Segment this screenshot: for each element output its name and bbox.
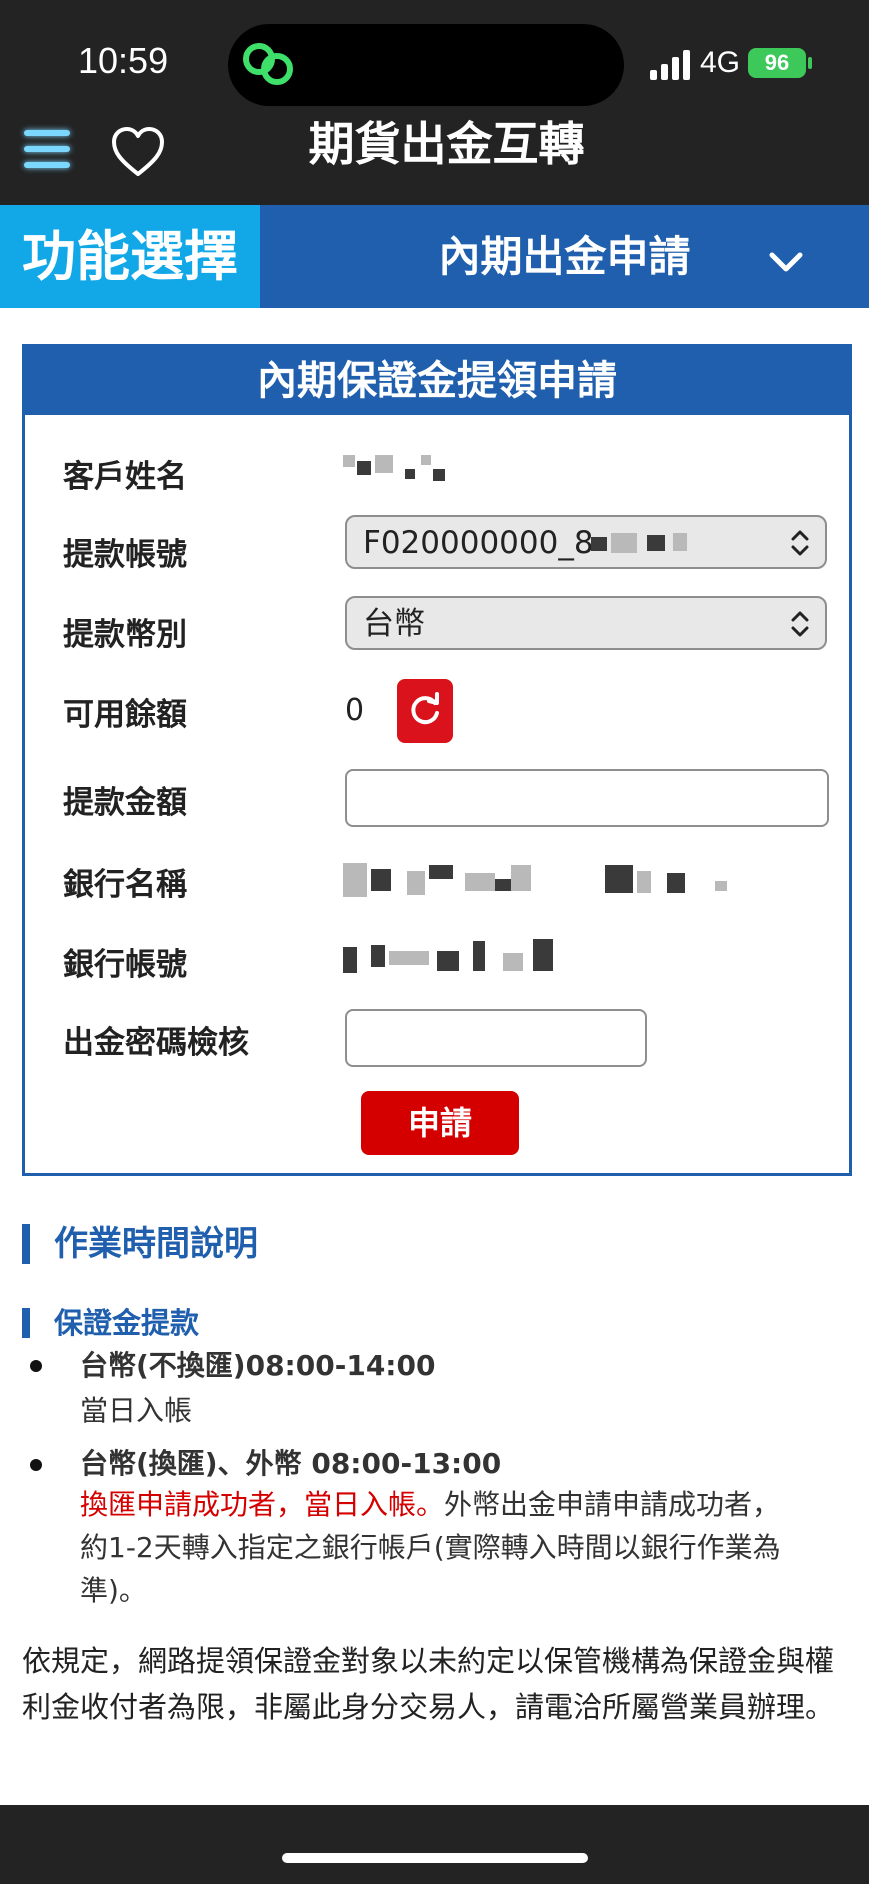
link-icon [243,43,293,85]
refresh-button[interactable] [397,679,453,743]
battery-tip [808,57,812,69]
function-bar: 功能選擇 內期出金申請 [0,205,869,308]
withdrawal-form: 內期保證金提領申請 客戶姓名 提款帳號 F020000000_8 提款幣別 台幣… [22,344,852,1176]
account-label: 提款帳號 [63,537,187,573]
chevron-down-icon [769,252,803,272]
item2-red-note: 換匯申請成功者，當日入帳。 [80,1488,445,1521]
bullet-dot [30,1360,42,1372]
status-time: 10:59 [78,40,169,81]
page-title-text: 期貨出金互轉 [308,117,585,171]
item1-title: 台幣(不換匯)08:00-14:00 [80,1349,436,1382]
apply-button[interactable]: 申請 [361,1091,519,1155]
network-label: 4G [700,46,741,79]
bank-account-label: 銀行帳號 [63,947,187,983]
battery-icon: 96 [748,48,806,78]
password-label: 出金密碼檢核 [63,1025,249,1061]
currency-select[interactable]: 台幣 [345,596,827,650]
available-label: 可用餘額 [63,697,187,733]
currency-label: 提款幣別 [63,617,187,653]
account-value: F020000000_8 [363,525,594,561]
refresh-icon [411,692,439,725]
item1-note: 當日入帳 [80,1394,193,1427]
item2-note-text: 外幣出金申請申請成功者， [444,1488,781,1521]
function-select[interactable]: 內期出金申請 [260,205,869,308]
select-arrows-icon [791,611,809,637]
home-indicator[interactable] [282,1853,588,1863]
item2-note-line3: 準)。 [80,1574,147,1607]
function-label: 功能選擇 [0,205,260,308]
account-select[interactable]: F020000000_8 [345,515,827,569]
rule-line2: 利金收付者為限，非屬此身分交易人，請電洽所屬營業員辦理。 [22,1690,835,1724]
bank-name-label: 銀行名稱 [63,867,187,903]
amount-input[interactable] [345,769,829,827]
item2-note-line2: 約1-2天轉入指定之銀行帳戶(實際轉入時間以銀行作業為 [80,1531,781,1564]
form-heading: 內期保證金提領申請 [25,347,849,415]
amount-label: 提款金額 [63,785,187,821]
rule-line1: 依規定，網路提領保證金對象以未約定以保管機構為保證金與權 [22,1644,835,1678]
customer-name-label: 客戶姓名 [63,459,187,495]
available-value: 0 [345,693,365,728]
bottom-bar [0,1805,869,1884]
signal-icon [650,50,690,80]
subsection-title: 保證金提款 [22,1308,199,1338]
item2-note-line1: 換匯申請成功者，當日入帳。外幣出金申請申請成功者， [80,1484,780,1525]
currency-value: 台幣 [363,606,425,642]
select-arrows-icon [791,530,809,556]
page-title: 期貨出金互轉 [0,108,869,174]
bullet-dot [30,1459,42,1471]
section-title: 作業時間說明 [22,1224,258,1264]
top-bar: 10:59 4G 96 期貨出金互轉 [0,0,869,205]
item2-title: 台幣(換匯)、外幣 08:00-13:00 [80,1447,502,1480]
password-input[interactable] [345,1009,647,1067]
